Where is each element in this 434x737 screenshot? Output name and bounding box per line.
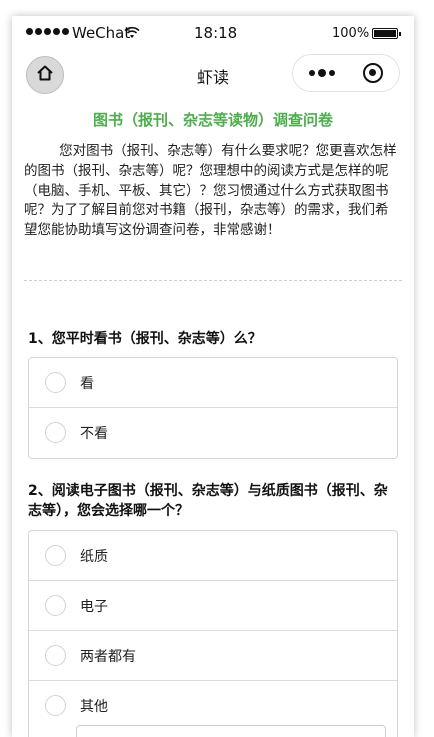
survey-title: 图书（报刊、杂志等读物）调查问卷 (92, 111, 333, 129)
signal-icon (26, 28, 69, 35)
mini-program-capsule (292, 54, 400, 92)
radio-button[interactable] (45, 372, 66, 393)
option-label: 看 (80, 376, 94, 392)
battery-icon (372, 28, 401, 39)
wifi-icon (124, 25, 140, 43)
question-1-options: 看 不看 (28, 357, 398, 459)
option-paper[interactable]: 纸质 (29, 531, 397, 581)
option-label: 两者都有 (80, 649, 136, 665)
radio-button[interactable] (45, 695, 66, 716)
divider (24, 280, 402, 281)
other-text-input[interactable] (76, 725, 386, 737)
target-close-icon[interactable] (363, 63, 383, 83)
option-electronic[interactable]: 电子 (29, 581, 397, 631)
survey-content: 图书（报刊、杂志等读物）调查问卷 您对图书（报刊、杂志等）有什么要求呢？您更喜欢… (12, 96, 414, 737)
question-2: 2、阅读电子图书（报刊、杂志等）与纸质图书（报刊、杂志等），您会选择哪一个？ (28, 483, 388, 519)
survey-intro: 您对图书（报刊、杂志等）有什么要求呢？您更喜欢怎样的图书（报刊、杂志等）呢？您理… (24, 143, 397, 239)
phone-frame: WeChat 18:18 100% 虾读 图书（报刊、杂志等读物）调查问卷 您对… (12, 16, 414, 737)
radio-button[interactable] (45, 422, 66, 443)
more-dots-icon[interactable] (309, 63, 335, 83)
option-label: 其他 (80, 699, 108, 715)
radio-button[interactable] (45, 545, 66, 566)
option-label: 纸质 (80, 549, 108, 565)
radio-button[interactable] (45, 645, 66, 666)
carrier-label: WeChat (72, 24, 131, 42)
option-both[interactable]: 两者都有 (29, 631, 397, 681)
option-bukan[interactable]: 不看 (29, 408, 397, 458)
option-label: 不看 (80, 426, 108, 442)
question-1: 1、您平时看书（报刊、杂志等）么？ (28, 331, 262, 347)
status-bar: WeChat 18:18 100% (12, 16, 414, 52)
navigation-bar: 虾读 (12, 52, 414, 96)
question-2-options: 纸质 电子 两者都有 其他 (28, 530, 398, 737)
option-label: 电子 (80, 599, 108, 615)
option-other[interactable]: 其他 (29, 681, 397, 737)
option-kan[interactable]: 看 (29, 358, 397, 408)
status-time: 18:18 (194, 24, 238, 42)
battery-percent: 100% (332, 26, 370, 41)
radio-button[interactable] (45, 595, 66, 616)
